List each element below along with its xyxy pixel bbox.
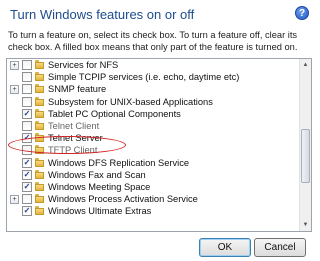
folder-icon <box>35 133 44 143</box>
folder-icon <box>35 72 44 82</box>
feature-row[interactable]: Subsystem for UNIX-based Applications <box>7 96 299 108</box>
feature-row[interactable]: ✓ Windows DFS Replication Service <box>7 157 299 169</box>
feature-label: Telnet Client <box>48 120 100 131</box>
scroll-thumb[interactable] <box>301 129 310 183</box>
feature-label: Simple TCPIP services (i.e. echo, daytim… <box>48 72 240 83</box>
feature-row[interactable]: ✓ Windows Ultimate Extras <box>7 205 299 217</box>
folder-icon <box>35 169 44 179</box>
ok-button[interactable]: OK <box>199 238 251 257</box>
feature-checkbox[interactable] <box>22 72 32 83</box>
feature-label: Services for NFS <box>48 60 119 70</box>
folder-icon <box>35 157 44 167</box>
feature-label: Windows Meeting Space <box>48 181 151 192</box>
feature-row[interactable]: ✓ Windows Meeting Space <box>7 181 299 193</box>
folder-icon <box>35 181 44 191</box>
windows-features-dialog: Turn Windows features on or off ? To tur… <box>0 0 320 261</box>
folder-icon <box>35 145 44 155</box>
cancel-button[interactable]: Cancel <box>254 238 306 257</box>
feature-label: Windows DFS Replication Service <box>48 157 190 168</box>
expand-icon[interactable]: + <box>10 195 19 205</box>
feature-row[interactable]: Simple TCPIP services (i.e. echo, daytim… <box>7 71 299 83</box>
feature-checkbox[interactable] <box>22 60 32 70</box>
feature-checkbox[interactable]: ✓ <box>22 157 32 168</box>
feature-checkbox[interactable]: ✓ <box>22 133 32 144</box>
dialog-description: To turn a feature on, select its check b… <box>8 30 298 52</box>
folder-icon <box>35 84 44 94</box>
feature-checkbox[interactable] <box>22 145 32 156</box>
folder-icon <box>35 194 44 204</box>
expand-icon[interactable]: + <box>10 61 19 70</box>
dialog-title: Turn Windows features on or off <box>10 7 195 22</box>
feature-checkbox[interactable] <box>22 84 32 95</box>
feature-checkbox[interactable] <box>22 194 32 205</box>
feature-row[interactable]: + SNMP feature <box>7 83 299 95</box>
feature-label: Tablet PC Optional Components <box>48 108 181 119</box>
folder-icon <box>35 120 44 130</box>
feature-label: Subsystem for UNIX-based Applications <box>48 96 213 107</box>
feature-label: Telnet Server <box>48 133 103 144</box>
feature-label: Windows Fax and Scan <box>48 169 146 180</box>
folder-icon <box>35 60 44 69</box>
scroll-down-icon[interactable]: ▼ <box>300 219 311 231</box>
feature-label: Windows Ultimate Extras <box>48 206 152 217</box>
feature-row[interactable]: + Windows Process Activation Service <box>7 193 299 205</box>
features-tree: + Services for NFS Simple TCPIP services (… <box>6 58 312 232</box>
feature-row[interactable]: ✓ Windows Fax and Scan <box>7 169 299 181</box>
feature-checkbox[interactable]: ✓ <box>22 181 32 192</box>
feature-row[interactable]: Telnet Client <box>7 120 299 132</box>
feature-label: TFTP Client <box>48 145 98 156</box>
feature-label: Windows Process Activation Service <box>48 194 198 205</box>
feature-checkbox[interactable] <box>22 120 32 131</box>
feature-row[interactable]: ✓ Tablet PC Optional Components <box>7 108 299 120</box>
folder-icon <box>35 96 44 106</box>
help-icon[interactable]: ? <box>295 6 309 20</box>
feature-checkbox[interactable] <box>22 96 32 107</box>
folder-icon <box>35 108 44 118</box>
feature-row[interactable]: + Services for NFS <box>7 59 299 71</box>
feature-checkbox[interactable]: ✓ <box>22 206 32 217</box>
scroll-up-icon[interactable]: ▲ <box>300 59 311 71</box>
folder-icon <box>35 206 44 216</box>
feature-checkbox[interactable]: ✓ <box>22 169 32 180</box>
feature-row[interactable]: ✓ Telnet Server <box>7 132 299 144</box>
features-list: + Services for NFS Simple TCPIP services (… <box>7 59 299 217</box>
expand-icon[interactable]: + <box>10 85 19 95</box>
feature-checkbox[interactable]: ✓ <box>22 108 32 119</box>
feature-label: SNMP feature <box>48 84 107 95</box>
vertical-scrollbar[interactable]: ▲ ▼ <box>299 59 311 231</box>
feature-row[interactable]: TFTP Client <box>7 144 299 156</box>
